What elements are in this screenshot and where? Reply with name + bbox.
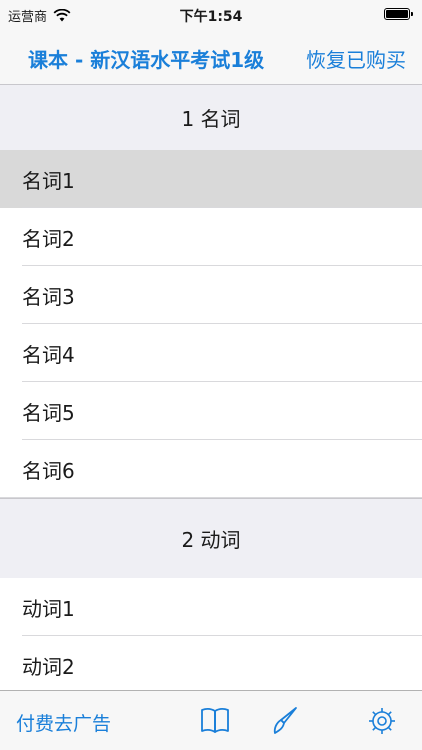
list-item[interactable]: 名词3 [0,266,422,324]
lesson-list[interactable]: 1 名词 名词1 名词2 名词3 名词4 名词5 名词6 2 动词 动词1 动词… [0,85,422,690]
list-item-label: 名词2 [22,226,75,251]
status-time: 下午1:54 [179,9,243,25]
list-item[interactable]: 动词1 [0,578,422,636]
list-item[interactable]: 名词1 [0,150,422,208]
nav-bar: 课本 - 新汉语水平考试1级 恢复已购买 [0,28,422,85]
row-separator [0,497,422,498]
list-item-label: 名词5 [22,400,75,425]
section-header: 1 名词 [0,85,422,150]
remove-ads-button[interactable]: 付费去广告 [16,709,111,736]
list-item[interactable]: 动词2 [0,636,422,690]
bottom-toolbar: 付费去广告 [0,690,422,750]
list-item-label: 动词2 [22,654,75,679]
list-item[interactable]: 名词5 [0,382,422,440]
gear-icon[interactable] [367,706,397,736]
list-item[interactable]: 名词6 [0,440,422,498]
list-item-label: 名词3 [22,284,75,309]
status-bar: 运营商 下午1:54 [0,0,422,28]
restore-purchases-button[interactable]: 恢复已购买 [306,44,406,73]
book-icon[interactable] [200,706,230,734]
brush-icon[interactable] [272,706,298,736]
list-item-label: 名词6 [22,458,75,483]
section-header: 2 动词 [0,498,422,578]
page-title: 课本 - 新汉语水平考试1级 [28,48,265,72]
battery-icon [384,8,413,20]
list-item[interactable]: 名词2 [0,208,422,266]
list-item-label: 名词1 [22,168,75,193]
list-item[interactable]: 名词4 [0,324,422,382]
list-item-label: 名词4 [22,342,75,367]
list-item-label: 动词1 [22,596,75,621]
